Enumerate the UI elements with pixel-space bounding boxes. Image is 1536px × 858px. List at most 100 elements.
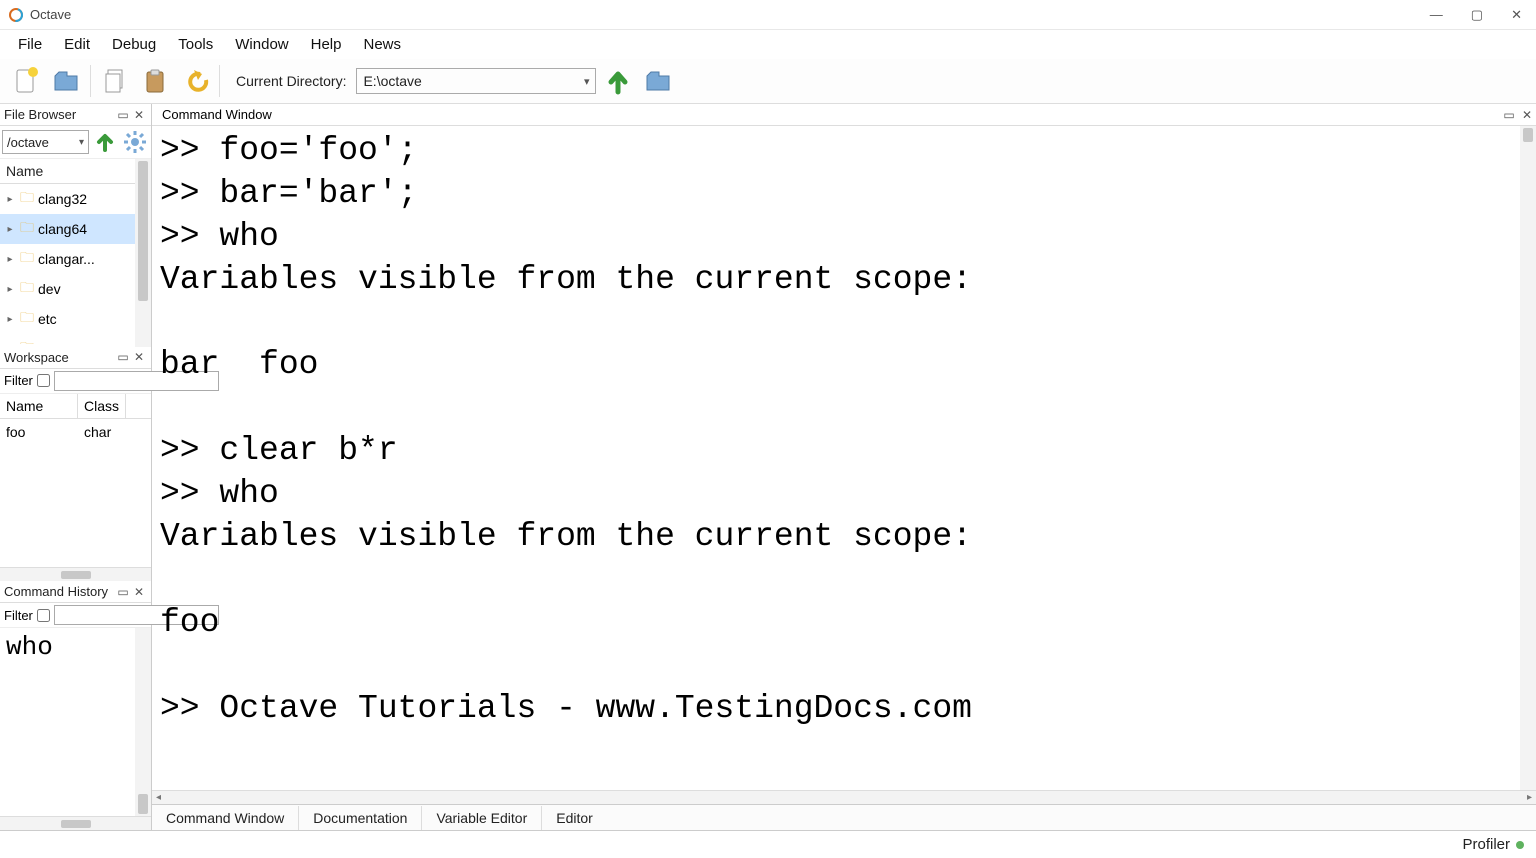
menubar: File Edit Debug Tools Window Help News [0, 30, 1536, 59]
expand-icon[interactable]: ▸ [4, 194, 16, 205]
file-browser-settings-button[interactable] [121, 128, 149, 156]
folder-icon: 🗀 [20, 187, 34, 211]
app-icon [8, 7, 24, 23]
history-filter-checkbox[interactable] [37, 609, 50, 622]
menu-window[interactable]: Window [225, 32, 298, 57]
expand-icon[interactable]: ▸ [4, 254, 16, 265]
chevron-down-icon: ▾ [584, 75, 590, 88]
app-title: Octave [30, 7, 71, 22]
close-panel-icon[interactable]: ✕ [131, 349, 147, 365]
workspace-filter-checkbox[interactable] [37, 374, 50, 387]
folder-icon: 🗀 [20, 307, 34, 331]
folder-icon: 🗀 [20, 247, 34, 271]
bottom-tab-var[interactable]: Variable Editor [421, 806, 541, 830]
restore-icon[interactable]: ▭ [1500, 106, 1518, 124]
titlebar: Octave ― ▢ ✕ [0, 0, 1536, 30]
restore-icon[interactable]: ▭ [115, 107, 131, 123]
minimize-icon[interactable]: ― [1430, 7, 1443, 23]
bottom-tab-doc[interactable]: Documentation [298, 806, 421, 830]
file-browser-item-label: etc [38, 311, 57, 327]
file-browser-title: File Browser [4, 107, 76, 122]
expand-icon[interactable]: ▸ [4, 224, 16, 235]
paste-button[interactable] [137, 63, 173, 99]
folder-icon: 🗀 [20, 277, 34, 301]
workspace-hscrollbar[interactable] [0, 567, 151, 581]
current-dir-value: E:\octave [363, 73, 421, 89]
history-header: Command History ▭ ✕ [0, 581, 151, 603]
folder-icon: 🗀 [20, 337, 34, 344]
profiler-status-dot [1516, 841, 1524, 849]
workspace-filter-label: Filter [4, 373, 33, 388]
file-browser-item-label: clang32 [38, 191, 87, 207]
history-hscrollbar[interactable] [0, 816, 151, 830]
close-panel-icon[interactable]: ✕ [131, 584, 147, 600]
file-browser-header: File Browser ▭ ✕ [0, 104, 151, 126]
file-browser-list[interactable]: Name ▸🗀clang32▸🗀clang64▸🗀clangar...▸🗀dev… [0, 159, 135, 347]
left-sidebar: File Browser ▭ ✕ /octave ▾ Name ▸🗀clang3… [0, 104, 152, 830]
statusbar: Profiler [0, 830, 1536, 858]
file-browser-path-value: /octave [7, 135, 49, 150]
file-browser-item-label: clang64 [38, 221, 87, 237]
scroll-left-icon[interactable]: ◂ [152, 792, 165, 803]
bottom-tabs: Command Window Documentation Variable Ed… [152, 804, 1536, 830]
restore-icon[interactable]: ▭ [115, 584, 131, 600]
close-panel-icon[interactable]: ✕ [1518, 106, 1536, 124]
workspace-col-name[interactable]: Name [0, 394, 78, 418]
command-window-console[interactable]: >> foo='foo'; >> bar='bar'; >> who Varia… [152, 126, 1520, 790]
profiler-label[interactable]: Profiler [1462, 836, 1510, 853]
menu-help[interactable]: Help [301, 32, 352, 57]
file-browser-column-name[interactable]: Name [0, 159, 135, 184]
copy-button[interactable] [97, 63, 133, 99]
file-browser-up-button[interactable] [91, 128, 119, 156]
expand-icon[interactable]: ▸ [4, 284, 16, 295]
menu-edit[interactable]: Edit [54, 32, 100, 57]
bottom-tab-command[interactable]: Command Window [152, 806, 298, 830]
workspace-title: Workspace [4, 350, 69, 365]
file-browser-row[interactable]: ▸ 🗀etc [0, 304, 135, 334]
expand-icon[interactable]: ▸ [4, 314, 16, 325]
maximize-icon[interactable]: ▢ [1471, 7, 1483, 23]
chevron-down-icon: ▾ [79, 137, 84, 148]
workspace-row[interactable]: foo char [0, 419, 151, 445]
menu-tools[interactable]: Tools [168, 32, 223, 57]
history-title: Command History [4, 584, 108, 599]
workspace-col-class[interactable]: Class [78, 394, 126, 418]
menu-news[interactable]: News [353, 32, 411, 57]
file-browser-row[interactable]: ▸ 🗀clangar... [0, 244, 135, 274]
close-icon[interactable]: ✕ [1511, 7, 1522, 23]
open-folder-button[interactable] [48, 63, 84, 99]
menu-file[interactable]: File [8, 32, 52, 57]
workspace-cell-name: foo [0, 421, 78, 443]
history-list[interactable]: who [0, 628, 135, 816]
file-browser-item-label: home [38, 341, 73, 344]
scroll-right-icon[interactable]: ▸ [1523, 792, 1536, 803]
toolbar: Current Directory: E:\octave ▾ [0, 59, 1536, 104]
file-browser-scrollbar[interactable] [135, 159, 151, 347]
history-filter-label: Filter [4, 608, 33, 623]
command-window-tab[interactable]: Command Window [152, 105, 282, 124]
history-scrollbar[interactable] [135, 628, 151, 816]
workspace-cell-class: char [78, 421, 117, 443]
command-window-tabs: Command Window ▭ ✕ [152, 104, 1536, 126]
close-panel-icon[interactable]: ✕ [131, 107, 147, 123]
undo-button[interactable] [177, 63, 213, 99]
file-browser-path-combo[interactable]: /octave ▾ [2, 130, 89, 154]
workspace-header: Workspace ▭ ✕ [0, 347, 151, 369]
menu-debug[interactable]: Debug [102, 32, 166, 57]
bottom-tab-editor[interactable]: Editor [541, 806, 607, 830]
browse-dir-button[interactable] [640, 63, 676, 99]
parent-dir-button[interactable] [600, 63, 636, 99]
file-browser-item-label: dev [38, 281, 61, 297]
current-dir-label: Current Directory: [236, 73, 346, 89]
restore-icon[interactable]: ▭ [115, 349, 131, 365]
file-browser-row[interactable]: ▸ 🗀clang64 [0, 214, 135, 244]
new-file-button[interactable] [8, 63, 44, 99]
file-browser-row[interactable]: ▸🗀home [0, 334, 135, 344]
history-item[interactable]: who [6, 632, 129, 662]
file-browser-item-label: clangar... [38, 251, 95, 267]
current-dir-combo[interactable]: E:\octave ▾ [356, 68, 596, 94]
folder-icon: 🗀 [20, 217, 34, 241]
console-scrollbar[interactable] [1520, 126, 1536, 790]
file-browser-row[interactable]: ▸ 🗀clang32 [0, 184, 135, 214]
file-browser-row[interactable]: ▸ 🗀dev [0, 274, 135, 304]
